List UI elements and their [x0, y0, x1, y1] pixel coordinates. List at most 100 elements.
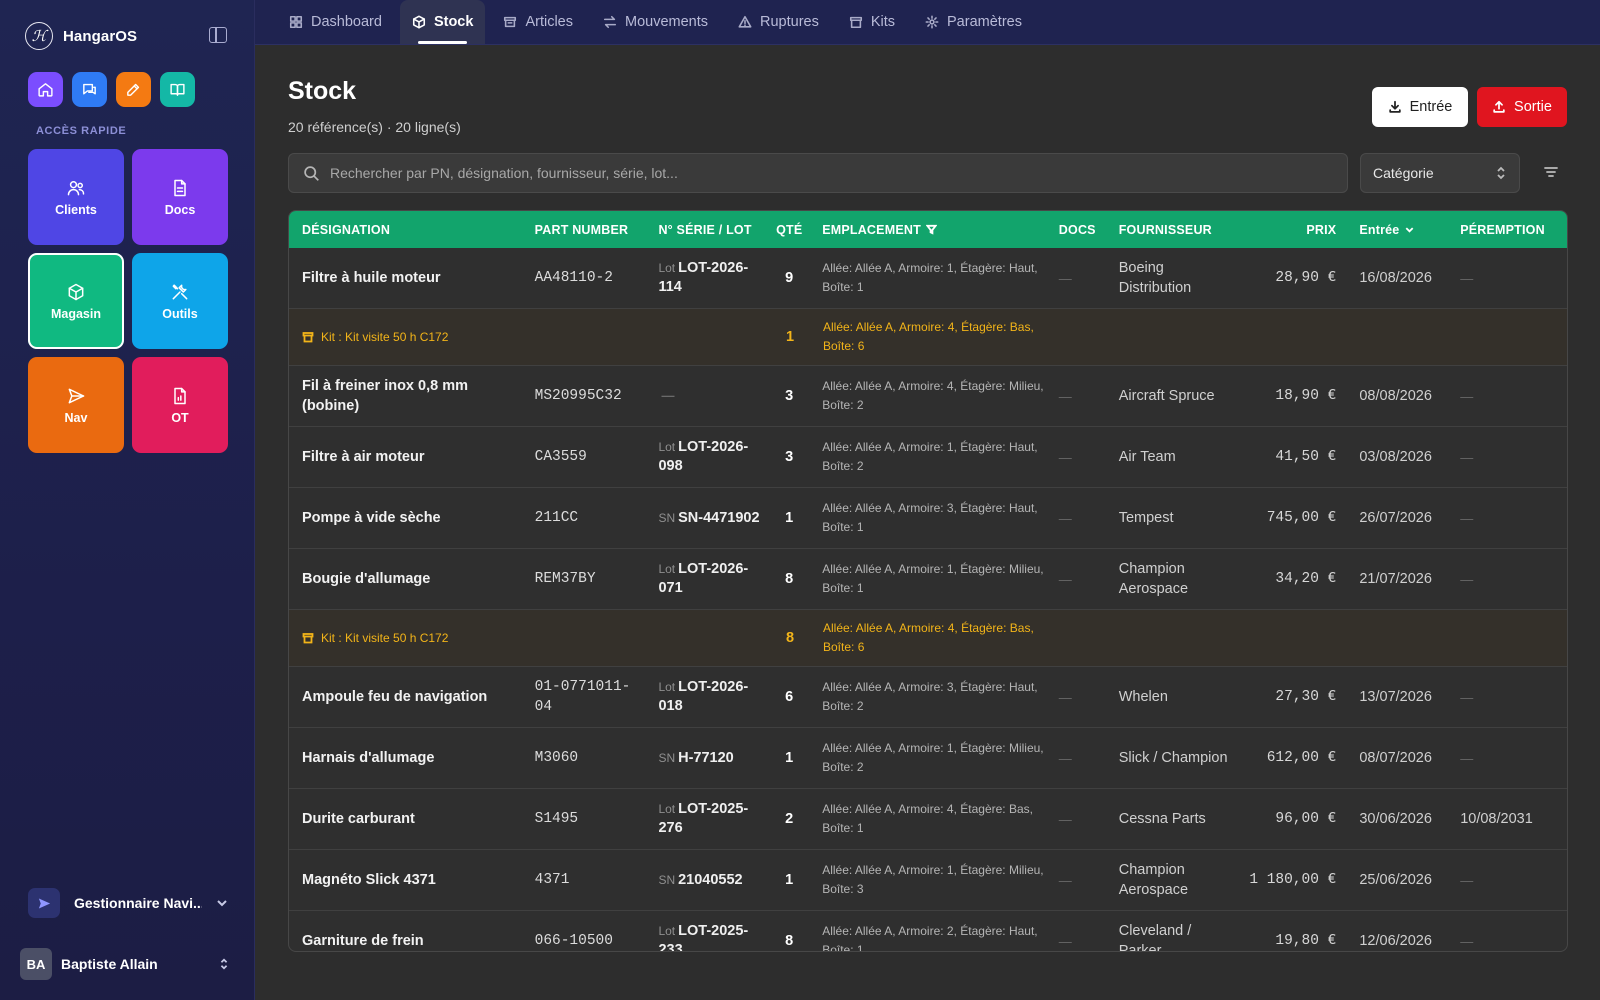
expiry-date: —: [1460, 270, 1474, 286]
entry-date-cell: 21/07/2026: [1346, 571, 1447, 587]
tile-ot[interactable]: OT: [132, 357, 228, 453]
header-entry[interactable]: Entrée: [1346, 223, 1447, 237]
header-price[interactable]: PRIX: [1235, 223, 1347, 237]
entry-date: 16/08/2026: [1359, 270, 1432, 286]
user-menu[interactable]: BA Baptiste Allain: [20, 948, 230, 980]
table-row[interactable]: Ampoule feu de navigation 01-0771011-04 Lo…: [289, 667, 1567, 728]
sortie-button[interactable]: Sortie: [1477, 87, 1567, 127]
designation-cell: Filtre à huile moteur: [289, 268, 522, 288]
header-location[interactable]: EMPLACEMENT: [809, 223, 1046, 237]
header-docs[interactable]: DOCS: [1046, 223, 1106, 237]
avatar: BA: [20, 948, 52, 980]
tile-outils[interactable]: Outils: [132, 253, 228, 349]
search-bar[interactable]: [288, 153, 1348, 193]
designation: Durite carburant: [302, 811, 415, 827]
tools-icon: [172, 284, 188, 299]
serial-cell: Lot LOT-2025-276: [645, 800, 769, 838]
table-row[interactable]: Harnais d'allumage M3060 SN H-77120 1 Allée: …: [289, 728, 1567, 789]
docs-cell: —: [1046, 690, 1106, 705]
header-expiry[interactable]: PÉREMPTION: [1447, 223, 1567, 237]
home-icon[interactable]: [28, 72, 63, 107]
entry-date-cell: 26/07/2026: [1346, 510, 1447, 526]
tab-dashboard[interactable]: Dashboard: [277, 0, 394, 44]
location-cell: Allée: Allée A, Armoire: 4, Étagère: Bas…: [810, 318, 1047, 356]
sidebar: ℋ HangarOS ACCÈS RAPIDE Clients Docs Mag…: [0, 0, 255, 1000]
tile-clients[interactable]: Clients: [28, 149, 124, 245]
tab-mouvements[interactable]: Mouvements: [591, 0, 720, 44]
expiry-cell: —: [1447, 572, 1567, 587]
price-cell: 745,00 €: [1235, 509, 1347, 528]
tile-docs[interactable]: Docs: [132, 149, 228, 245]
sidebar-toggle-icon[interactable]: [209, 27, 227, 43]
expiry-date: —: [1460, 449, 1474, 465]
part-number: 066-10500: [534, 933, 613, 949]
expiry-cell: —: [1447, 873, 1567, 888]
filter-settings-button[interactable]: [1543, 164, 1559, 180]
serial-prefix: Lot: [658, 562, 676, 576]
stock-table: DÉSIGNATION PART NUMBER N° SÉRIE / LOT Q…: [288, 210, 1568, 952]
entry-date: 26/07/2026: [1359, 510, 1432, 526]
header-part-number[interactable]: PART NUMBER: [522, 223, 646, 237]
table-row[interactable]: Filtre à huile moteur AA48110-2 Lot LOT-202…: [289, 248, 1567, 309]
category-select[interactable]: Catégorie: [1360, 153, 1520, 193]
kit-row[interactable]: Kit : Kit visite 50 h C172 8 Allée: Allée …: [289, 610, 1567, 667]
tile-label: Magasin: [50, 306, 101, 321]
header-supplier[interactable]: FOURNISSEUR: [1106, 223, 1235, 237]
send-icon: [28, 888, 60, 918]
table-row[interactable]: Pompe à vide sèche 211CC SN SN-4471902 1 Allé…: [289, 488, 1567, 549]
supplier-cell: Slick / Champion: [1106, 748, 1235, 768]
tab-parametres[interactable]: Paramètres: [913, 0, 1034, 44]
tab-articles[interactable]: Articles: [491, 0, 585, 44]
entry-date: 13/07/2026: [1359, 689, 1432, 705]
search-input[interactable]: [330, 165, 1230, 181]
header-designation[interactable]: DÉSIGNATION: [289, 223, 522, 237]
table-row[interactable]: Bougie d'allumage REM37BY Lot LOT-2026-071 8…: [289, 549, 1567, 610]
expiry-date: —: [1460, 388, 1474, 404]
filter-icon[interactable]: [925, 224, 937, 235]
role-switcher[interactable]: Gestionnaire Navi...: [28, 888, 228, 918]
chevron-updown-icon: [1497, 166, 1505, 180]
kit-row[interactable]: Kit : Kit visite 50 h C172 1 Allée: Allée …: [289, 309, 1567, 366]
package-icon: [68, 283, 84, 300]
designation: Filtre à air moteur: [302, 449, 425, 465]
kit-location: Allée: Allée A, Armoire: 4, Étagère: Bas…: [823, 621, 1034, 654]
price-cell: 28,90 €: [1235, 269, 1347, 288]
table-row[interactable]: Filtre à air moteur CA3559 Lot LOT-2026-098…: [289, 427, 1567, 488]
entree-button[interactable]: Entrée: [1372, 87, 1468, 127]
tile-magasin[interactable]: Magasin: [28, 253, 124, 349]
tab-kits[interactable]: Kits: [837, 0, 907, 44]
price: 1 180,00 €: [1249, 871, 1337, 888]
expiry-cell: —: [1447, 450, 1567, 465]
price: 19,80 €: [1275, 932, 1337, 949]
book-icon[interactable]: [160, 72, 195, 107]
header-qty[interactable]: QTÉ: [769, 223, 809, 237]
price-cell: 19,80 €: [1235, 932, 1347, 951]
location-cell: Allée: Allée A, Armoire: 3, Étagère: Hau…: [809, 499, 1046, 537]
qty: 1: [785, 872, 794, 888]
quick-access-tiles: Clients Docs Magasin Outils Nav OT: [28, 149, 228, 453]
supplier: Boeing Distribution: [1118, 260, 1192, 296]
entry-date: 30/06/2026: [1359, 811, 1432, 827]
serial-prefix: SN: [658, 510, 676, 525]
serial-cell: Lot LOT-2025-233: [645, 922, 769, 951]
table-row[interactable]: Garniture de frein 066-10500 Lot LOT-2025-2…: [289, 911, 1567, 951]
docs: —: [1058, 689, 1072, 705]
header-serial-lot[interactable]: N° SÉRIE / LOT: [645, 223, 769, 237]
tab-stock[interactable]: Stock: [399, 0, 486, 44]
qty: 3: [785, 388, 794, 404]
chat-icon[interactable]: [72, 72, 107, 107]
part-number-cell: S1495: [522, 809, 646, 829]
edit-icon[interactable]: [116, 72, 151, 107]
tab-ruptures[interactable]: Ruptures: [726, 0, 831, 44]
location: Allée: Allée A, Armoire: 3, Étagère: Hau…: [822, 680, 1038, 713]
tile-nav[interactable]: Nav: [28, 357, 124, 453]
price-cell: 34,20 €: [1235, 570, 1347, 589]
part-number: M3060: [534, 750, 579, 766]
table-row[interactable]: Magnéto Slick 4371 4371 SN 21040552 1 Allée: …: [289, 850, 1567, 911]
docs: —: [1058, 811, 1072, 827]
brand[interactable]: ℋ HangarOS: [25, 22, 137, 50]
entry-date: 21/07/2026: [1359, 571, 1432, 587]
table-row[interactable]: Fil à freiner inox 0,8 mm (bobine) MS2099…: [289, 366, 1567, 427]
designation-cell: Harnais d'allumage: [289, 748, 522, 768]
table-row[interactable]: Durite carburant S1495 Lot LOT-2025-276 2 All…: [289, 789, 1567, 850]
